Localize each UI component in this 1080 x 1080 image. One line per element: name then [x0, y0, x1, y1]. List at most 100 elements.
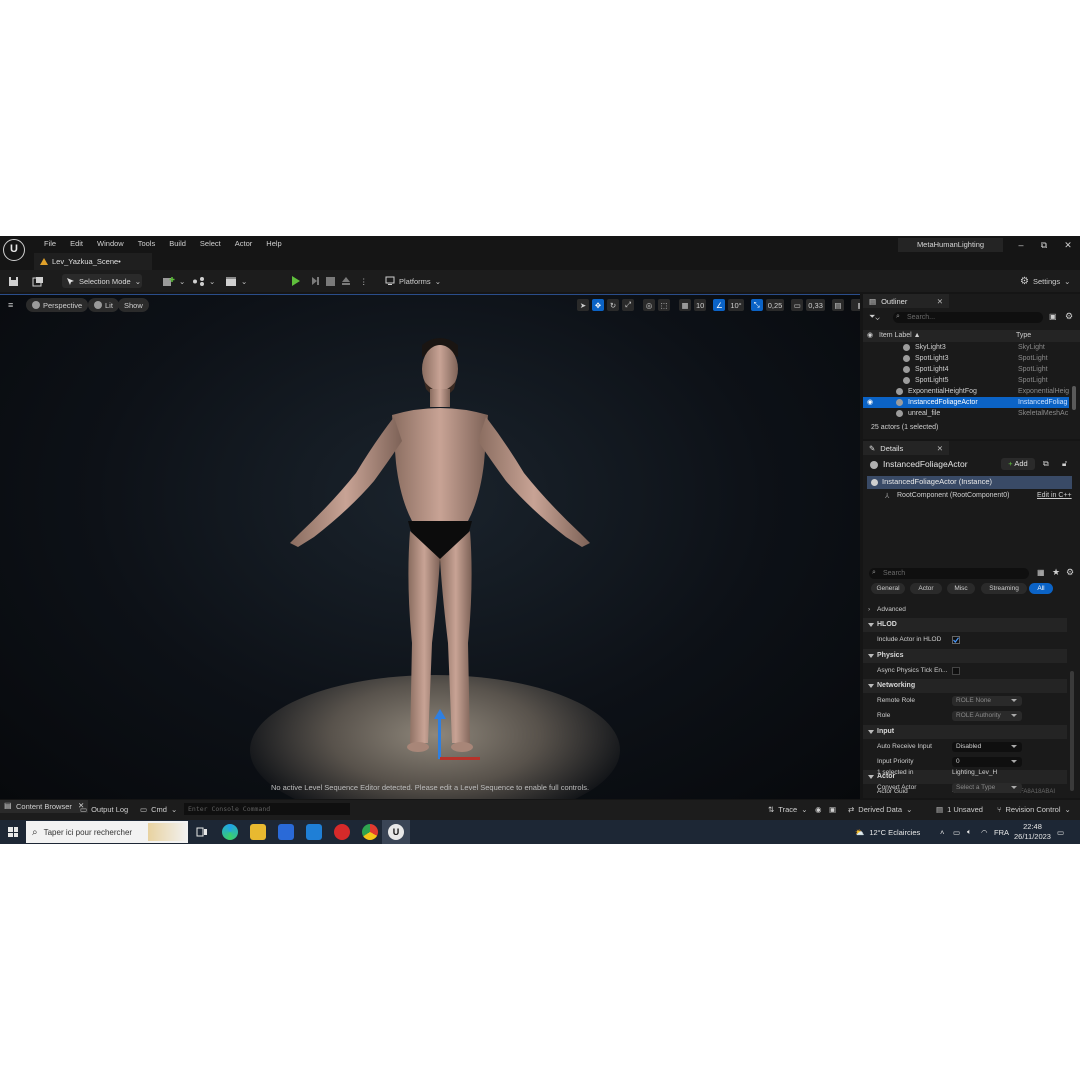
- console-command-input[interactable]: Enter Console Command: [184, 803, 350, 815]
- outliner-search-input[interactable]: Search...: [893, 312, 1043, 323]
- filter-streaming[interactable]: Streaming: [981, 583, 1027, 594]
- outliner-row[interactable]: SpotLight4 SpotLight: [863, 364, 1069, 375]
- filter-actor[interactable]: Actor: [910, 583, 942, 594]
- filter-general[interactable]: General: [871, 583, 905, 594]
- chevron-up-icon[interactable]: ˄: [940, 820, 944, 844]
- outliner-row[interactable]: ExponentialHeightFog ExponentialHeig: [863, 386, 1069, 397]
- cmd-dropdown[interactable]: ▭ Cmd ⌄: [140, 804, 177, 816]
- viewport-layout-icon[interactable]: ▤: [831, 299, 844, 311]
- trace-dropdown[interactable]: ⇅ Trace ⌄: [768, 804, 808, 816]
- unsaved-button[interactable]: ▤ 1 Unsaved: [936, 804, 983, 816]
- camera-speed-icon[interactable]: ▭: [791, 299, 804, 311]
- root-component-row[interactable]: ⅄ RootComponent (RootComponent0) Edit in…: [867, 491, 1072, 503]
- revision-control-dropdown[interactable]: ⑂ Revision Control ⌄: [997, 804, 1071, 816]
- record-icon[interactable]: ◉: [815, 804, 822, 816]
- type-column[interactable]: Type: [1016, 330, 1031, 342]
- show-button[interactable]: Show: [118, 298, 149, 312]
- task-view-icon[interactable]: [194, 824, 210, 840]
- level-tab[interactable]: Lev_Yazkua_Scene•: [34, 253, 152, 270]
- gizmo-x-axis[interactable]: [440, 757, 480, 760]
- outliner-row[interactable]: SkyLight3 SkyLight: [863, 342, 1069, 353]
- menu-select[interactable]: Select: [193, 238, 228, 250]
- weather-widget[interactable]: ⛅ 12°C Eclaircies: [855, 820, 920, 844]
- menu-file[interactable]: File: [37, 238, 63, 250]
- surface-snap-icon[interactable]: ⬚: [658, 299, 670, 311]
- menu-help[interactable]: Help: [259, 238, 288, 250]
- blueprint-convert-icon[interactable]: ⧉: [1043, 459, 1049, 469]
- speaker-icon[interactable]: 🔈︎: [967, 820, 972, 844]
- selection-mode-dropdown[interactable]: Selection Mode ⌄: [62, 274, 142, 288]
- lit-button[interactable]: Lit: [88, 298, 119, 312]
- instance-row[interactable]: InstancedFoliageActor (Instance): [867, 476, 1072, 489]
- file-explorer-icon[interactable]: [250, 824, 266, 840]
- scale-snap-icon[interactable]: ⤡: [750, 299, 763, 311]
- camera-speed-value[interactable]: 0,33: [806, 299, 825, 311]
- folder-add-icon[interactable]: ▣: [1049, 312, 1057, 321]
- minimize-button[interactable]: –: [1010, 238, 1032, 252]
- close-icon[interactable]: ✕: [937, 297, 943, 306]
- item-label-column[interactable]: Item Label ▲: [879, 330, 921, 342]
- maximize-viewport-icon[interactable]: ▦: [850, 299, 860, 311]
- filter-icon[interactable]: ⏷⌄: [869, 312, 880, 322]
- gear-icon[interactable]: ⚙: [1066, 567, 1074, 578]
- section-networking[interactable]: Networking: [863, 679, 1067, 693]
- rotation-snap-value[interactable]: 10°: [728, 299, 744, 311]
- notifications-icon[interactable]: ▭: [1057, 820, 1064, 844]
- unreal-logo-icon[interactable]: U: [3, 239, 25, 261]
- scale-icon[interactable]: ⤢: [622, 299, 634, 311]
- include-hlod-checkbox[interactable]: [952, 636, 960, 644]
- grid-snap-value[interactable]: 10: [694, 299, 707, 311]
- section-input[interactable]: Input: [863, 725, 1067, 739]
- remote-role-dropdown[interactable]: ROLE None: [952, 696, 1022, 706]
- filter-misc[interactable]: Misc: [947, 583, 975, 594]
- rotation-snap-icon[interactable]: ∠: [713, 299, 726, 311]
- hamburger-icon[interactable]: ≡: [8, 300, 13, 310]
- menu-build[interactable]: Build: [162, 238, 193, 250]
- content-icon[interactable]: [32, 274, 44, 288]
- clock[interactable]: 22:48 26/11/2023: [1014, 820, 1051, 844]
- platforms-dropdown[interactable]: Platforms ⌄: [385, 274, 441, 288]
- opera-icon[interactable]: [334, 824, 350, 840]
- close-icon[interactable]: ✕: [937, 444, 943, 453]
- grid-snap-icon[interactable]: ▦: [679, 299, 691, 311]
- network-icon[interactable]: ▭: [953, 820, 960, 844]
- details-search-input[interactable]: Search: [869, 568, 1029, 579]
- role-dropdown[interactable]: ROLE Authority: [952, 711, 1022, 721]
- menu-window[interactable]: Window: [90, 238, 131, 250]
- details-tab[interactable]: ✎ Details ✕: [863, 441, 949, 455]
- translate-icon[interactable]: ✥: [592, 299, 604, 311]
- section-hlod[interactable]: HLOD: [863, 618, 1067, 632]
- outliner-row[interactable]: unreal_file SkeletalMeshAc: [863, 408, 1069, 419]
- outliner-row[interactable]: SpotLight3 SpotLight: [863, 353, 1069, 364]
- chrome-icon[interactable]: [362, 824, 378, 840]
- add-component-button[interactable]: + Add: [1001, 458, 1035, 470]
- output-log-button[interactable]: ▭ Output Log: [80, 804, 128, 816]
- store-icon[interactable]: [278, 824, 294, 840]
- add-actor-icon[interactable]: ⌄: [162, 274, 185, 288]
- visibility-icon[interactable]: ◉: [867, 397, 873, 408]
- edit-cpp-link[interactable]: Edit in C++: [1037, 492, 1072, 499]
- stop-icon[interactable]: [326, 274, 335, 288]
- world-local-icon[interactable]: ◎: [643, 299, 655, 311]
- outliner-row-selected[interactable]: ◉ InstancedFoliageActor InstancedFoliag: [863, 397, 1069, 408]
- advanced-row[interactable]: › Advanced: [863, 603, 1067, 617]
- windows-start-icon[interactable]: [8, 827, 18, 837]
- actor-name-field[interactable]: InstancedFoliageActor: [883, 459, 968, 469]
- blueprint-icon[interactable]: ⌄: [192, 274, 215, 288]
- auto-receive-input-dropdown[interactable]: Disabled: [952, 742, 1022, 752]
- scale-snap-value[interactable]: 0,25: [765, 299, 785, 311]
- cinematics-icon[interactable]: ⌄: [225, 274, 247, 288]
- outliner-row[interactable]: SpotLight5 SpotLight: [863, 375, 1069, 386]
- menu-edit[interactable]: Edit: [63, 238, 90, 250]
- edge-icon[interactable]: [222, 824, 238, 840]
- language-indicator[interactable]: FRA: [994, 820, 1009, 844]
- close-window-button[interactable]: ✕: [1057, 238, 1079, 252]
- save-icon[interactable]: [8, 274, 19, 288]
- level-viewport[interactable]: ≡ Perspective Lit Show ➤ ✥ ↻ ⤢ ◎ ⬚ ▦ 10: [0, 294, 860, 799]
- outliner-tab[interactable]: ▤ Outliner ✕: [863, 294, 949, 308]
- rotate-icon[interactable]: ↻: [607, 299, 619, 311]
- star-icon[interactable]: ★: [1052, 567, 1060, 578]
- section-physics[interactable]: Physics: [863, 649, 1067, 663]
- outliner-scrollbar[interactable]: [1072, 386, 1076, 410]
- filter-all[interactable]: All: [1029, 583, 1053, 594]
